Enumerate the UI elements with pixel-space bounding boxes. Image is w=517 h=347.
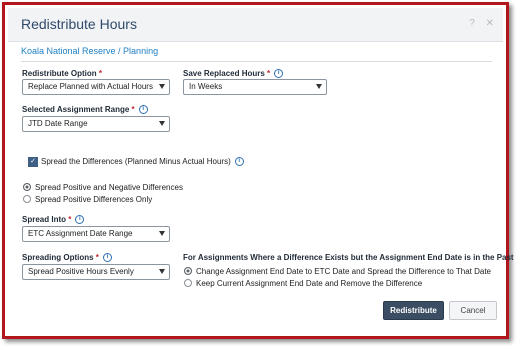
radio-spread-positive-only[interactable] (23, 195, 31, 203)
redistribute-option-select[interactable]: Replace Planned with Actual Hours (22, 79, 170, 95)
dialog-titlebar: Redistribute Hours ? ✕ (8, 8, 503, 42)
spreading-options-select[interactable]: Spread Positive Hours Evenly (22, 264, 170, 280)
chevron-down-icon (159, 84, 165, 89)
end-date-section-heading: For Assignments Where a Difference Exist… (183, 253, 514, 262)
redistribute-button[interactable]: Redistribute (383, 301, 444, 320)
radio-keep-end-date[interactable] (184, 279, 192, 287)
spread-positive-negative-label: Spread Positive and Negative Differences (35, 183, 183, 192)
dialog-header-icons: ? ✕ (461, 18, 494, 29)
chevron-down-icon (159, 121, 165, 126)
keep-end-date-label: Keep Current Assignment End Date and Rem… (196, 279, 423, 288)
dialog-frame: Redistribute Hours ? ✕ Koala National Re… (2, 2, 514, 339)
redistribute-option-label: Redistribute Option * (22, 69, 103, 78)
info-icon[interactable]: i (138, 105, 148, 115)
info-icon[interactable]: i (75, 215, 85, 225)
redistribute-hours-dialog: Redistribute Hours ? ✕ Koala National Re… (8, 8, 514, 333)
breadcrumb[interactable]: Koala National Reserve / Planning (21, 46, 158, 56)
change-end-date-label: Change Assignment End Date to ETC Date a… (196, 267, 491, 276)
info-icon[interactable]: i (274, 69, 284, 79)
radio-spread-positive-negative[interactable] (23, 183, 31, 191)
spread-into-select[interactable]: ETC Assignment Date Range (22, 226, 170, 242)
chevron-down-icon (316, 84, 322, 89)
required-marker: * (98, 69, 103, 78)
selected-assignment-range-select[interactable]: JTD Date Range (22, 116, 170, 132)
spreading-options-label: Spreading Options * i (22, 253, 112, 263)
selected-assignment-range-label: Selected Assignment Range * i (22, 105, 148, 115)
info-icon[interactable]: i (102, 253, 112, 263)
help-icon[interactable]: ? (469, 18, 475, 29)
spread-differences-label: Spread the Differences (Planned Minus Ac… (41, 157, 244, 167)
dialog-title: Redistribute Hours (21, 16, 137, 32)
spread-positive-only-label: Spread Positive Differences Only (35, 195, 153, 204)
chevron-down-icon (159, 269, 165, 274)
save-replaced-hours-label: Save Replaced Hours * i (183, 69, 284, 79)
close-icon[interactable]: ✕ (486, 18, 494, 29)
spread-into-label: Spread Into * i (22, 215, 85, 225)
save-replaced-hours-select[interactable]: In Weeks (183, 79, 327, 95)
radio-change-end-date[interactable] (184, 267, 192, 275)
cancel-button[interactable]: Cancel (449, 301, 497, 320)
info-icon[interactable]: i (234, 157, 244, 167)
spread-differences-checkbox[interactable]: ✓ (28, 157, 38, 167)
chevron-down-icon (159, 231, 165, 236)
divider (21, 61, 492, 62)
